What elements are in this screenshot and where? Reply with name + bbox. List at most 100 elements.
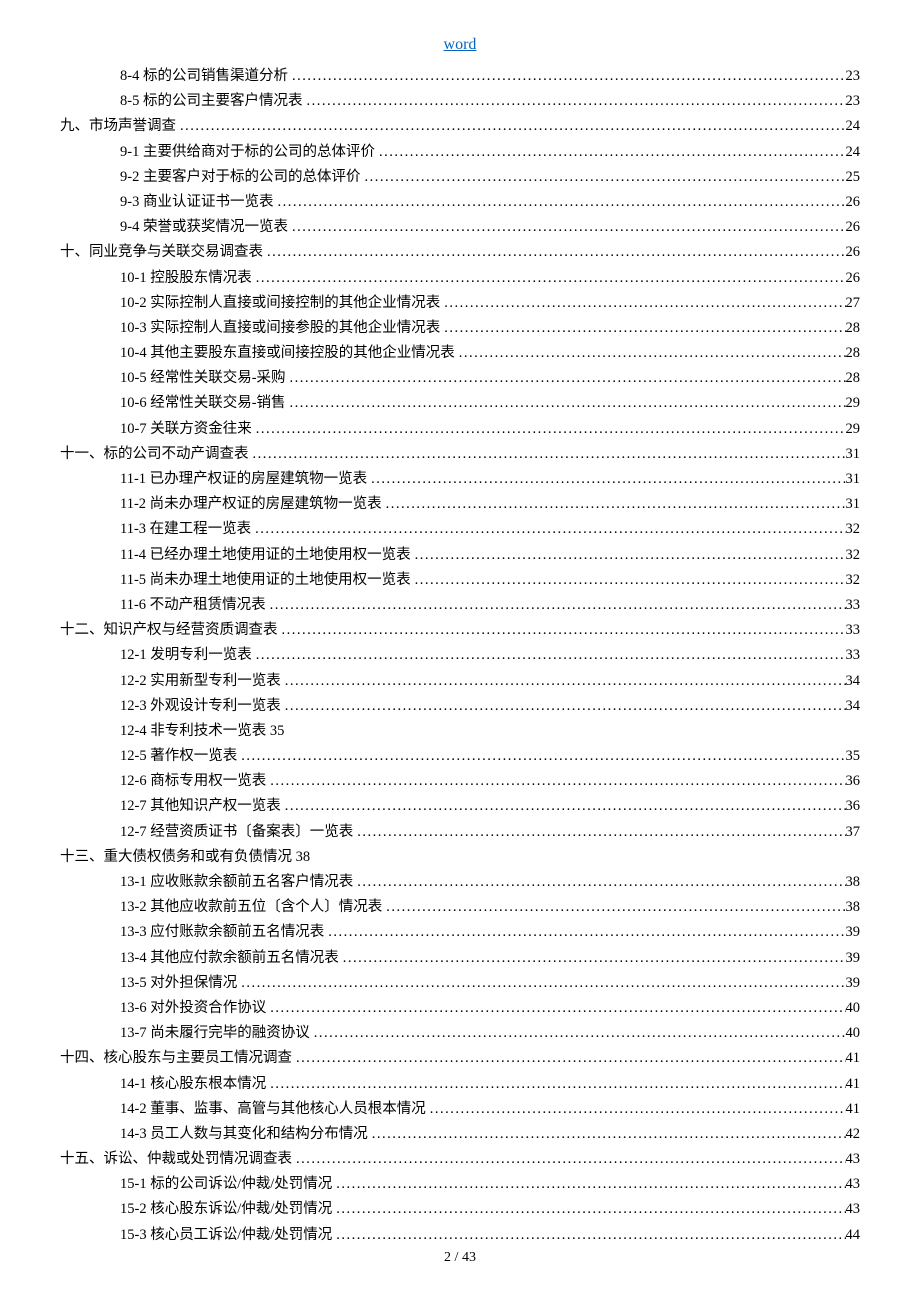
toc-entry-label: 九、市场声誉调查: [60, 114, 176, 135]
toc-entry-page: 27: [846, 295, 861, 312]
toc-entry-page: 36: [846, 773, 861, 790]
table-of-contents: 8-4 标的公司销售渠道分析23 8-5 标的公司主要客户情况表23 九、市场声誉调…: [60, 64, 860, 1244]
toc-entry: 12-6 商标专用权一览表 36: [60, 769, 860, 790]
toc-entry-page: 36: [846, 798, 861, 815]
toc-entry-page: 26: [846, 244, 861, 261]
toc-entry-page: 28: [846, 370, 861, 387]
toc-entry-label: 11-3 在建工程一览表: [120, 517, 251, 538]
toc-entry-label: 8-4 标的公司销售渠道分析: [120, 64, 288, 85]
toc-entry-page: 28: [846, 345, 861, 362]
toc-entry-page: 29: [846, 395, 861, 412]
toc-leader-dots: [237, 748, 845, 765]
toc-entry-label: 十一、标的公司不动产调查表: [60, 442, 249, 463]
toc-leader-dots: [440, 320, 845, 337]
toc-leader-dots: [281, 698, 846, 715]
toc-entry: 9-1 主要供给商对于标的公司的总体评价 24: [60, 140, 860, 161]
toc-entry: 15-1 标的公司诉讼/仲裁/处罚情况43: [60, 1172, 860, 1193]
toc-entry-label: 11-6 不动产租赁情况表: [120, 593, 266, 614]
toc-entry: 10-6 经常性关联交易-销售29: [60, 391, 860, 412]
toc-entry-label: 13-3 应付账款余额前五名情况表: [120, 920, 324, 941]
toc-entry: 14-3 员工人数与其变化和结构分布情况42: [60, 1122, 860, 1143]
toc-leader-dots: [288, 68, 846, 85]
toc-entry-page: 25: [846, 169, 861, 186]
toc-entry: 九、市场声誉调查24: [60, 114, 860, 135]
toc-entry: 10-4 其他主要股东直接或间接控股的其他企业情况表 28: [60, 341, 860, 362]
toc-leader-dots: [249, 446, 846, 463]
toc-entry: 10-5 经常性关联交易-采购28: [60, 366, 860, 387]
toc-entry-label: 12-6 商标专用权一览表: [120, 769, 266, 790]
toc-leader-dots: [278, 622, 846, 639]
toc-entry-label: 13-2 其他应收款前五位〔含个人〕情况表: [120, 895, 382, 916]
toc-leader-dots: [411, 547, 846, 564]
toc-entry-page: 39: [846, 975, 861, 992]
toc-entry-page: 35: [846, 748, 861, 765]
toc-entry: 11-2 尚未办理产权证的房屋建筑物一览表31: [60, 492, 860, 513]
toc-entry-page: 37: [846, 824, 861, 841]
toc-leader-dots: [252, 421, 846, 438]
toc-entry: 12-3 外观设计专利一览表34: [60, 694, 860, 715]
toc-entry-label: 10-7 关联方资金往来: [120, 417, 252, 438]
toc-entry: 十一、标的公司不动产调查表 31: [60, 442, 860, 463]
toc-entry-page: 31: [846, 496, 861, 513]
toc-entry-label: 12-1 发明专利一览表: [120, 643, 252, 664]
toc-entry: 15-2 核心股东诉讼/仲裁/处罚情况43: [60, 1197, 860, 1218]
toc-entry-page: 31: [846, 471, 861, 488]
toc-entry-label: 9-3 商业认证证书一览表: [120, 190, 273, 211]
toc-leader-dots: [353, 824, 845, 841]
toc-entry-label: 10-4 其他主要股东直接或间接控股的其他企业情况表: [120, 341, 455, 362]
toc-entry-page: 41: [846, 1050, 861, 1067]
toc-leader-dots: [292, 1050, 846, 1067]
toc-leader-dots: [266, 597, 846, 614]
toc-entry-label: 10-1 控股股东情况表: [120, 266, 252, 287]
page-sep: /: [455, 1250, 459, 1265]
toc-entry-label: 11-5 尚未办理土地使用证的土地使用权一览表: [120, 568, 411, 589]
toc-entry-page: 33: [846, 647, 861, 664]
toc-entry-label: 14-1 核心股东根本情况: [120, 1072, 266, 1093]
toc-entry: 十五、诉讼、仲裁或处罚情况调查表43: [60, 1147, 860, 1168]
toc-entry: 11-3 在建工程一览表32: [60, 517, 860, 538]
toc-entry-page: 24: [846, 144, 861, 161]
toc-leader-dots: [286, 370, 846, 387]
toc-entry-label: 11-1 已办理产权证的房屋建筑物一览表: [120, 467, 367, 488]
toc-entry-page: 26: [846, 219, 861, 236]
toc-entry: 9-3 商业认证证书一览表 26: [60, 190, 860, 211]
toc-entry-label: 10-3 实际控制人直接或间接参股的其他企业情况表: [120, 316, 440, 337]
toc-entry: 13-5 对外担保情况39: [60, 971, 860, 992]
toc-entry-page: 31: [846, 446, 861, 463]
page-current: 2: [444, 1250, 451, 1265]
toc-leader-dots: [292, 1151, 846, 1168]
toc-leader-dots: [273, 194, 845, 211]
toc-entry-label: 12-5 著作权一览表: [120, 744, 237, 765]
toc-entry-page: 43: [846, 1151, 861, 1168]
toc-leader-dots: [288, 219, 846, 236]
toc-entry: 12-4 非专利技术一览表 35: [60, 719, 860, 740]
toc-entry-label: 13-1 应收账款余额前五名客户情况表: [120, 870, 353, 891]
toc-leader-dots: [353, 874, 845, 891]
toc-entry-label: 9-1 主要供给商对于标的公司的总体评价: [120, 140, 375, 161]
toc-entry: 15-3 核心员工诉讼/仲裁/处罚情况44: [60, 1223, 860, 1244]
toc-entry: 13-3 应付账款余额前五名情况表39: [60, 920, 860, 941]
toc-leader-dots: [176, 118, 846, 135]
toc-entry-page: 26: [846, 270, 861, 287]
toc-leader-dots: [251, 521, 845, 538]
toc-leader-dots: [339, 950, 846, 967]
toc-entry-page: 40: [846, 1025, 861, 1042]
toc-leader-dots: [263, 244, 846, 261]
toc-leader-dots: [252, 270, 846, 287]
toc-entry-label: 十四、核心股东与主要员工情况调查: [60, 1046, 292, 1067]
toc-entry: 8-5 标的公司主要客户情况表23: [60, 89, 860, 110]
toc-entry-page: 41: [846, 1101, 861, 1118]
toc-leader-dots: [382, 899, 845, 916]
toc-entry: 14-1 核心股东根本情况41: [60, 1072, 860, 1093]
toc-entry-page: 33: [846, 622, 861, 639]
toc-leader-dots: [455, 345, 846, 362]
toc-entry-label: 13-7 尚未履行完毕的融资协议: [120, 1021, 310, 1042]
toc-entry: 十四、核心股东与主要员工情况调查 41: [60, 1046, 860, 1067]
toc-entry: 8-4 标的公司销售渠道分析23: [60, 64, 860, 85]
toc-leader-dots: [332, 1227, 845, 1244]
toc-entry-label: 10-2 实际控制人直接或间接控制的其他企业情况表: [120, 291, 440, 312]
toc-entry-page: 26: [846, 194, 861, 211]
toc-entry: 十、同业竞争与关联交易调查表26: [60, 240, 860, 261]
header-link[interactable]: word: [444, 36, 477, 53]
toc-leader-dots: [302, 93, 845, 110]
